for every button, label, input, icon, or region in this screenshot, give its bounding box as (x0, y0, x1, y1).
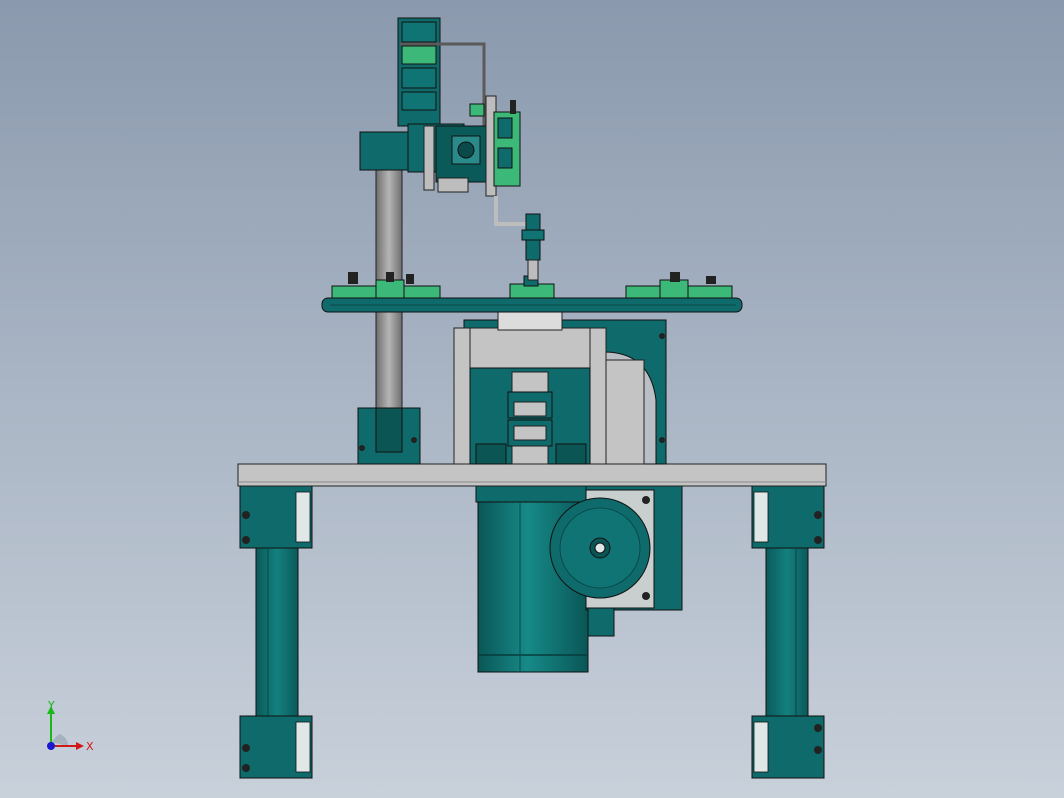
disc-fixture-left[interactable] (331, 272, 441, 299)
vertical-column[interactable] (357, 163, 421, 465)
z-axis-dot (47, 742, 55, 750)
cad-viewport[interactable]: Y X (0, 0, 1064, 798)
x-axis-arrowhead (76, 742, 84, 750)
indexer-housing[interactable] (453, 309, 667, 465)
rotary-disc[interactable] (321, 297, 743, 313)
right-leg[interactable] (751, 485, 825, 779)
pick-arm[interactable] (494, 196, 545, 281)
coordinate-triad: Y X (30, 699, 100, 760)
machine-assembly-model[interactable] (0, 0, 1064, 798)
disc-fixture-right[interactable] (625, 272, 733, 299)
left-leg[interactable] (239, 485, 313, 779)
y-axis-label: Y (47, 700, 55, 712)
x-axis-label: X (86, 740, 94, 753)
triad-axes: Y X (47, 699, 94, 753)
base-table-plate[interactable] (237, 463, 827, 487)
